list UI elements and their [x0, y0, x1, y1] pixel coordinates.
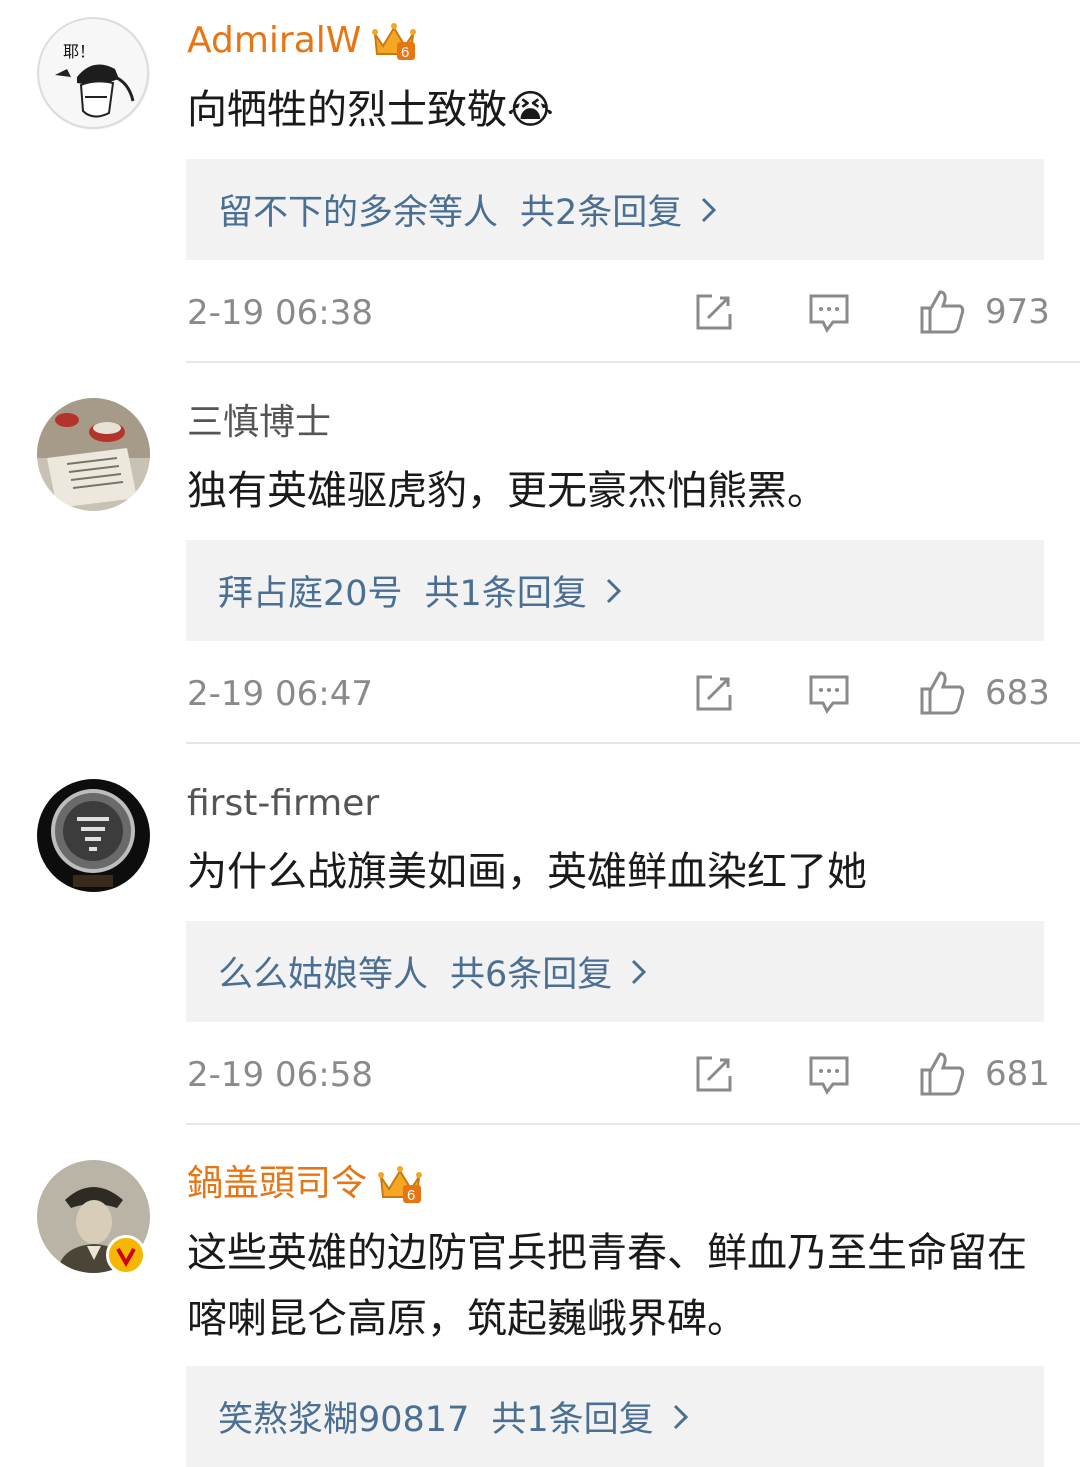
- user-avatar[interactable]: [37, 398, 150, 511]
- reply-users: 笑熬浆糊90817: [218, 1400, 470, 1440]
- user-avatar[interactable]: 耶！: [37, 17, 150, 130]
- avatar-caption: 耶！: [63, 42, 95, 61]
- like-icon[interactable]: [918, 669, 966, 717]
- reply-count: 共6条回复: [450, 955, 613, 995]
- comment-meta: 2-19 06:47 683: [187, 669, 1050, 719]
- replies-link[interactable]: 么么姑娘等人 共6条回复: [186, 921, 1044, 1022]
- comment-meta: 2-19 06:58 681: [187, 1050, 1050, 1100]
- comment-text: 独有英雄驱虎豹，更无豪杰怕熊罴。: [187, 468, 827, 514]
- like-count: 681: [985, 1054, 1050, 1094]
- comment-text: 向牺牲的烈士致敬😭: [187, 87, 554, 133]
- like-icon[interactable]: [918, 288, 966, 336]
- verified-badge-icon: [106, 1235, 146, 1275]
- repost-icon[interactable]: [692, 1052, 736, 1096]
- username[interactable]: AdmiralW 6: [187, 19, 417, 63]
- user-avatar[interactable]: [37, 779, 150, 892]
- chevron-right-icon: [632, 959, 647, 984]
- repost-icon[interactable]: [692, 671, 736, 715]
- timestamp: 2-19 06:47: [187, 674, 373, 714]
- divider: [186, 361, 1080, 363]
- like-count: 973: [985, 292, 1050, 332]
- replies-link[interactable]: 留不下的多余等人 共2条回复: [186, 159, 1044, 260]
- comment-icon[interactable]: [807, 1052, 851, 1096]
- reply-count: 共1条回复: [424, 574, 587, 614]
- replies-link[interactable]: 笑熬浆糊90817 共1条回复: [186, 1366, 1044, 1467]
- timestamp: 2-19 06:58: [187, 1055, 373, 1095]
- comment-text: 为什么战旗美如画，英雄鲜血染红了她: [187, 849, 867, 895]
- username-text[interactable]: 鍋盖頭司令: [187, 1162, 367, 1206]
- username-text[interactable]: AdmiralW: [187, 19, 361, 63]
- replies-link[interactable]: 拜占庭20号 共1条回复: [186, 540, 1044, 641]
- username[interactable]: 三慎博士: [187, 401, 331, 445]
- username[interactable]: first-firmer: [187, 782, 379, 826]
- reply-users: 么么姑娘等人: [218, 955, 429, 995]
- comment-text: 这些英雄的边防官兵把青春、鲜血乃至生命留在喀喇昆仑高原，筑起巍峨界碑。: [187, 1230, 1027, 1342]
- divider: [186, 1123, 1080, 1125]
- timestamp: 2-19 06:38: [187, 293, 373, 333]
- crown-level: 6: [407, 1187, 415, 1204]
- crown-level: 6: [401, 44, 409, 61]
- repost-icon[interactable]: [692, 290, 736, 334]
- comment-icon[interactable]: [807, 290, 851, 334]
- chevron-right-icon: [702, 197, 717, 222]
- comment-meta: 2-19 06:38 973: [187, 288, 1050, 338]
- reply-count: 共1条回复: [491, 1400, 654, 1440]
- comment-icon[interactable]: [807, 671, 851, 715]
- reply-users: 拜占庭20号: [218, 574, 403, 614]
- chevron-right-icon: [673, 1404, 688, 1429]
- reply-users: 留不下的多余等人: [218, 193, 499, 233]
- reply-count: 共2条回复: [520, 193, 683, 233]
- username[interactable]: 鍋盖頭司令 6: [187, 1162, 423, 1206]
- like-icon[interactable]: [918, 1050, 966, 1098]
- chevron-right-icon: [606, 578, 621, 603]
- crown-icon: 6: [378, 1166, 423, 1204]
- like-count: 683: [985, 673, 1050, 713]
- divider: [186, 742, 1080, 744]
- crown-icon: 6: [372, 23, 417, 61]
